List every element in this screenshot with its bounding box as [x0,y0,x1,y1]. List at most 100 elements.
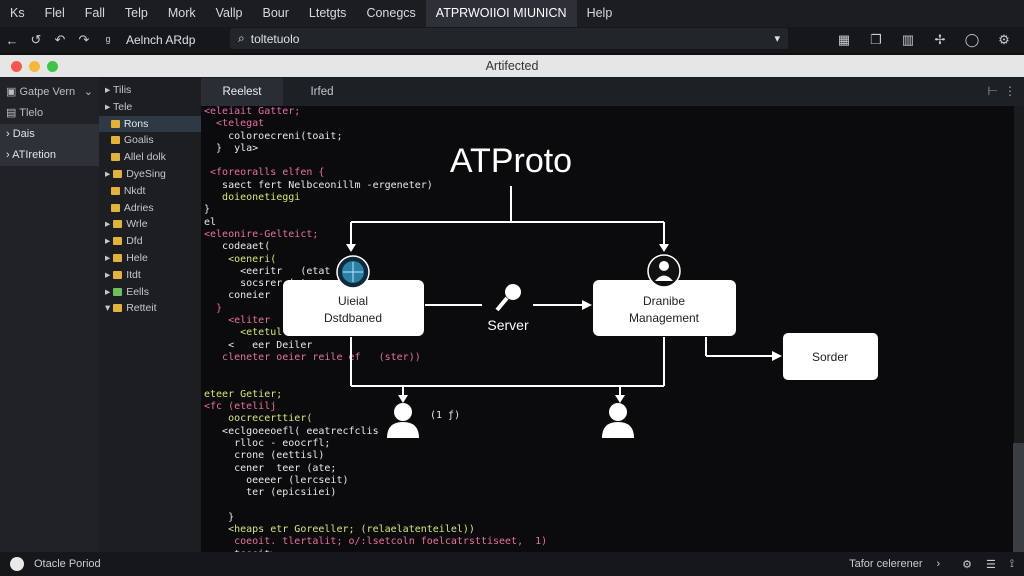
list-icon[interactable]: ☰ [986,558,996,571]
menu-item[interactable]: Bour [253,0,299,27]
tree-item[interactable]: ▸ Tele [99,99,201,116]
node-far-label: Sorder [812,350,848,364]
folder-icon [113,304,123,313]
sidebar-item[interactable]: ▤ Tlelo [0,103,99,124]
menu-item[interactable]: Flel [35,0,75,27]
chevron-right-icon: ▸ [105,84,113,96]
node-left[interactable]: Uieial Dstdbaned [283,280,424,336]
back-icon[interactable]: ← [0,33,24,48]
tree-item[interactable]: ▸ Wrle [99,216,201,233]
tree-item[interactable]: Allel dolk [99,149,201,166]
scrollbar[interactable] [1013,443,1024,552]
sidebar-item-selected[interactable]: › ATIretion [0,145,99,166]
chevron-right-icon: ▸ [105,251,114,264]
menu-item[interactable]: Mork [158,0,206,27]
code-line: coloroecreni(toait; [204,130,343,142]
search-icon: ⌕ [238,31,245,45]
code-line: <telegat [204,118,265,130]
search-input-value: toltetuolo [250,31,300,46]
forward-icon[interactable]: ↺ [24,32,48,48]
copy-icon[interactable]: ❐ [864,32,888,48]
chevron-right-icon: ▸ [105,268,114,281]
chevron-right-icon: › [6,128,13,140]
circle-icon[interactable]: ◯ [960,32,984,48]
columns-icon[interactable]: ▥ [896,32,920,48]
folder-icon [113,287,123,296]
tree-item-selected[interactable]: Rons [99,115,201,133]
folder-icon [110,153,120,162]
chevron-right-icon: ▸ [105,167,114,180]
more-icon[interactable]: ⋮ [1004,84,1016,98]
menu-item[interactable]: Telp [115,0,158,27]
sidebar: ▣ Gatpe Vern ⌄ ▤ Tlelo › Dais › ATIretion [0,78,99,552]
search-input[interactable]: ⌕ toltetuolo ▾ [230,28,788,49]
code-line: el [204,216,217,228]
status-right-text: Tafor celerener [849,558,923,570]
doc-icon: ▤ [6,107,20,119]
folder-icon [110,186,120,195]
grid-icon[interactable]: ▦ [832,32,856,48]
tab[interactable]: Irfed [283,78,361,106]
tab-bar: Reelest Irfed ⊢ ⋮ [201,78,1024,106]
menu-bar: Ks Flel Fall Telp Mork Vallp Bour Ltetgt… [0,0,1024,27]
node-far[interactable]: Sorder [783,333,878,380]
menu-item-active[interactable]: ATPRWOIIOI MIUNICN [425,0,577,27]
node-right[interactable]: Dranibe Management [593,280,736,336]
menu-item[interactable]: Vallp [206,0,253,27]
redo-icon[interactable]: ↷ [72,32,96,48]
code-line: doieonetieggi [204,192,301,204]
menu-item-help[interactable]: Help [577,0,623,27]
code-line: coeoit. tlertalit; o/:lsetcoln foelcatrs… [204,536,548,548]
tree-item[interactable]: ▸ Hele [99,250,201,267]
menu-item[interactable]: Ltetgts [299,0,357,27]
code-line: eteer Getier; [204,388,283,400]
node-right-line1: Dranibe [643,294,685,308]
chevron-down-icon[interactable]: ▾ [774,32,780,45]
code-content: <eleiait Gatter; <telegat coloroecreni(t… [204,106,547,576]
toolbar-right: ▦ ❐ ▥ ✢ ◯ ⚙ [832,27,1016,53]
tree-item[interactable]: ▸ Dfd [99,233,201,250]
sidebar-item[interactable]: ▣ Gatpe Vern ⌄ [0,82,99,103]
tab-active[interactable]: Reelest [201,78,283,106]
code-line: <eeritr (etat [204,265,331,277]
code-line: < eer Deiler [204,339,313,351]
menu-item[interactable]: Ks [0,0,35,27]
gear-icon[interactable]: ⚙ [992,32,1016,48]
folder-icon: ▣ [6,86,20,98]
split-editor-icon[interactable]: ⊢ [988,84,998,98]
broadcast-icon[interactable]: ⟟ [1010,558,1014,571]
code-line: <fc (etelilj [204,401,277,413]
menu-item[interactable]: Conegcs [356,0,425,27]
window-title: Artifected [485,59,539,73]
sidebar-item-selected[interactable]: › Dais [0,124,99,145]
code-line: crone (eettisl) [204,450,325,462]
code-line: codeaet( [204,241,271,253]
tree-item[interactable]: ▸ DyeSing [99,166,201,183]
tree-item[interactable]: ▸ Eells [99,284,201,301]
code-line: saect fert Nelbceonillm -ergeneter) [204,179,433,191]
folder-icon [110,119,120,128]
pin-icon[interactable]: ✢ [928,32,952,48]
bookmark-icon[interactable]: ᵍ [96,33,120,48]
tree-item[interactable]: Nkdt [99,183,201,200]
chevron-right-icon: ▸ [105,100,113,113]
send-icon[interactable]: › [936,558,940,570]
chevron-right-icon: ▸ [105,285,114,298]
tree-header[interactable]: ▸ Tilis [99,82,201,99]
toolbar-address-text: Aelnch ARdp [126,33,196,47]
menu-item[interactable]: Fall [75,0,115,27]
undo-icon[interactable]: ↶ [48,32,72,48]
tree-item[interactable]: Goalis [99,132,201,149]
code-line: oeeeer (lercseit) [204,474,349,486]
chevron-down-icon: ⌄ [83,86,93,98]
code-line: } [204,204,211,216]
tree-item[interactable]: ▾ Retteit [99,300,201,317]
code-line: } yla> [204,142,259,154]
settings-icon[interactable]: ⚙ [962,558,972,571]
tree-item[interactable]: Adries [99,200,201,217]
folder-icon [113,169,123,178]
tree-item[interactable]: ▸ Itdt [99,267,201,284]
